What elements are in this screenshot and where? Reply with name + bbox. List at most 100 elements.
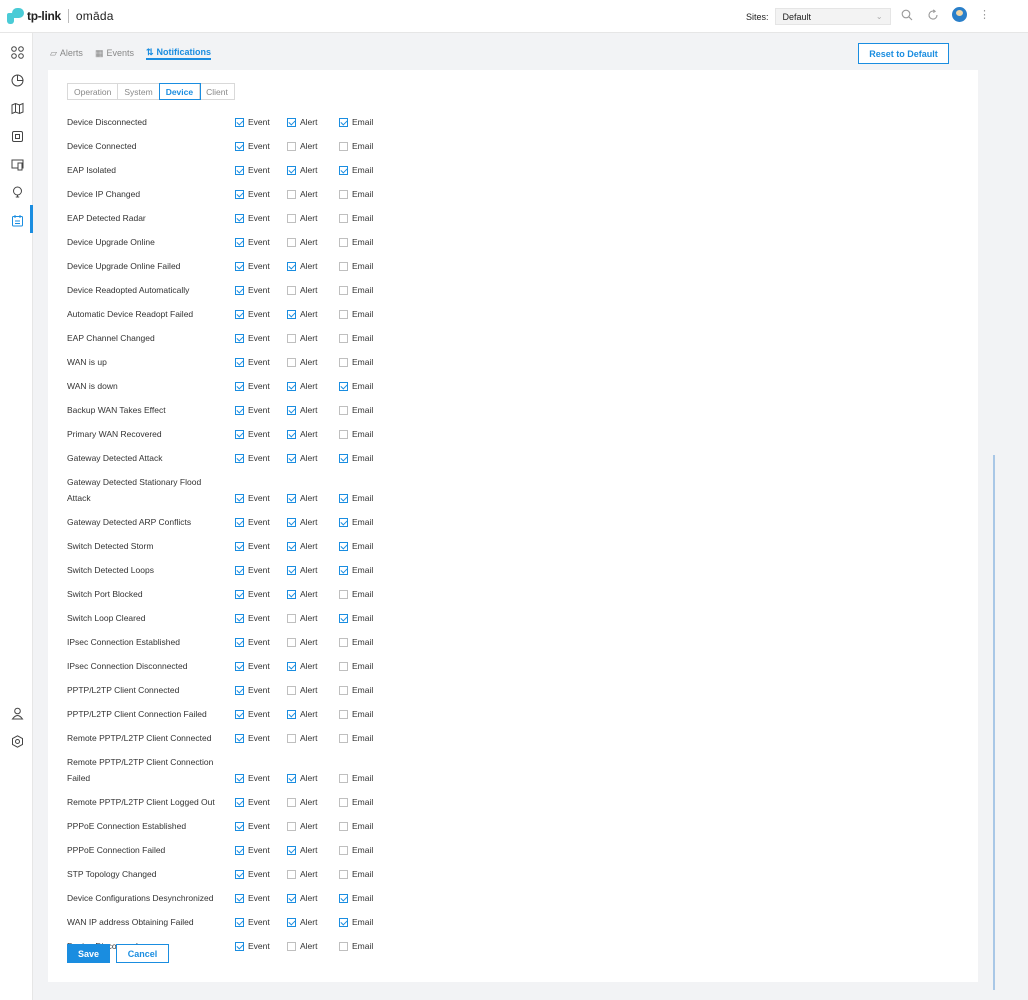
checkbox-box[interactable] (339, 869, 348, 879)
checkbox-box[interactable] (339, 405, 348, 415)
event-checkbox[interactable]: Event (235, 140, 270, 152)
alert-checkbox[interactable]: Alert (287, 868, 317, 880)
alert-checkbox[interactable]: Alert (287, 116, 317, 128)
checkbox-box[interactable] (339, 589, 348, 599)
account-icon[interactable] (8, 704, 26, 722)
checkbox-box[interactable] (235, 381, 244, 391)
event-checkbox[interactable]: Event (235, 260, 270, 272)
checkbox-box[interactable] (235, 429, 244, 439)
email-checkbox[interactable]: Email (339, 564, 373, 576)
refresh-icon[interactable] (926, 8, 940, 22)
checkbox-box[interactable] (287, 517, 296, 527)
checkbox-box[interactable] (339, 613, 348, 623)
checkbox-box[interactable] (339, 565, 348, 575)
alert-checkbox[interactable]: Alert (287, 844, 317, 856)
alert-checkbox[interactable]: Alert (287, 260, 317, 272)
checkbox-box[interactable] (339, 141, 348, 151)
subtab-device[interactable]: Device (158, 83, 202, 100)
subtab-operation[interactable]: Operation (68, 84, 119, 99)
email-checkbox[interactable]: Email (339, 428, 373, 440)
event-checkbox[interactable]: Event (235, 188, 270, 200)
checkbox-box[interactable] (287, 237, 296, 247)
cancel-button[interactable]: Cancel (116, 944, 169, 963)
checkbox-box[interactable] (287, 797, 296, 807)
checkbox-box[interactable] (339, 237, 348, 247)
alert-checkbox[interactable]: Alert (287, 428, 317, 440)
checkbox-box[interactable] (235, 733, 244, 743)
checkbox-box[interactable] (235, 797, 244, 807)
email-checkbox[interactable]: Email (339, 164, 373, 176)
alert-checkbox[interactable]: Alert (287, 164, 317, 176)
alert-checkbox[interactable]: Alert (287, 684, 317, 696)
checkbox-box[interactable] (235, 453, 244, 463)
checkbox-box[interactable] (287, 453, 296, 463)
email-checkbox[interactable]: Email (339, 308, 373, 320)
checkbox-box[interactable] (235, 821, 244, 831)
checkbox-box[interactable] (235, 613, 244, 623)
tab-alerts[interactable]: ▱ Alerts (50, 46, 83, 60)
checkbox-box[interactable] (287, 821, 296, 831)
checkbox-box[interactable] (235, 405, 244, 415)
checkbox-box[interactable] (339, 821, 348, 831)
event-checkbox[interactable]: Event (235, 916, 270, 928)
checkbox-box[interactable] (287, 565, 296, 575)
checkbox-box[interactable] (339, 517, 348, 527)
checkbox-box[interactable] (287, 141, 296, 151)
checkbox-box[interactable] (235, 493, 244, 503)
event-checkbox[interactable]: Event (235, 236, 270, 248)
email-checkbox[interactable]: Email (339, 492, 373, 504)
alert-checkbox[interactable]: Alert (287, 380, 317, 392)
checkbox-box[interactable] (339, 541, 348, 551)
checkbox-box[interactable] (287, 405, 296, 415)
alert-checkbox[interactable]: Alert (287, 332, 317, 344)
alert-checkbox[interactable]: Alert (287, 660, 317, 672)
logo[interactable]: tp-link omāda (5, 8, 114, 24)
event-checkbox[interactable]: Event (235, 212, 270, 224)
checkbox-box[interactable] (339, 685, 348, 695)
email-checkbox[interactable]: Email (339, 940, 373, 952)
email-checkbox[interactable]: Email (339, 236, 373, 248)
alert-checkbox[interactable]: Alert (287, 236, 317, 248)
checkbox-box[interactable] (235, 637, 244, 647)
subtab-system[interactable]: System (118, 84, 160, 99)
checkbox-box[interactable] (339, 309, 348, 319)
checkbox-box[interactable] (339, 429, 348, 439)
settings-icon[interactable] (8, 732, 26, 750)
event-checkbox[interactable]: Event (235, 820, 270, 832)
checkbox-box[interactable] (235, 141, 244, 151)
checkbox-box[interactable] (339, 661, 348, 671)
checkbox-box[interactable] (339, 189, 348, 199)
checkbox-box[interactable] (339, 261, 348, 271)
event-checkbox[interactable]: Event (235, 428, 270, 440)
email-checkbox[interactable]: Email (339, 116, 373, 128)
checkbox-box[interactable] (287, 165, 296, 175)
map-icon[interactable] (8, 99, 26, 117)
checkbox-box[interactable] (287, 381, 296, 391)
checkbox-box[interactable] (287, 117, 296, 127)
checkbox-box[interactable] (235, 117, 244, 127)
checkbox-box[interactable] (287, 285, 296, 295)
scrollbar[interactable] (993, 455, 995, 990)
checkbox-box[interactable] (339, 285, 348, 295)
checkbox-box[interactable] (339, 453, 348, 463)
checkbox-box[interactable] (339, 381, 348, 391)
checkbox-box[interactable] (339, 637, 348, 647)
save-button[interactable]: Save (67, 944, 110, 963)
checkbox-box[interactable] (235, 709, 244, 719)
checkbox-box[interactable] (287, 773, 296, 783)
alert-checkbox[interactable]: Alert (287, 564, 317, 576)
event-checkbox[interactable]: Event (235, 892, 270, 904)
checkbox-box[interactable] (339, 797, 348, 807)
email-checkbox[interactable]: Email (339, 732, 373, 744)
checkbox-box[interactable] (235, 773, 244, 783)
checkbox-box[interactable] (235, 869, 244, 879)
checkbox-box[interactable] (235, 685, 244, 695)
email-checkbox[interactable]: Email (339, 260, 373, 272)
dashboard-icon[interactable] (8, 43, 26, 61)
event-checkbox[interactable]: Event (235, 540, 270, 552)
checkbox-box[interactable] (287, 637, 296, 647)
event-checkbox[interactable]: Event (235, 564, 270, 576)
event-checkbox[interactable]: Event (235, 452, 270, 464)
email-checkbox[interactable]: Email (339, 588, 373, 600)
checkbox-box[interactable] (235, 189, 244, 199)
